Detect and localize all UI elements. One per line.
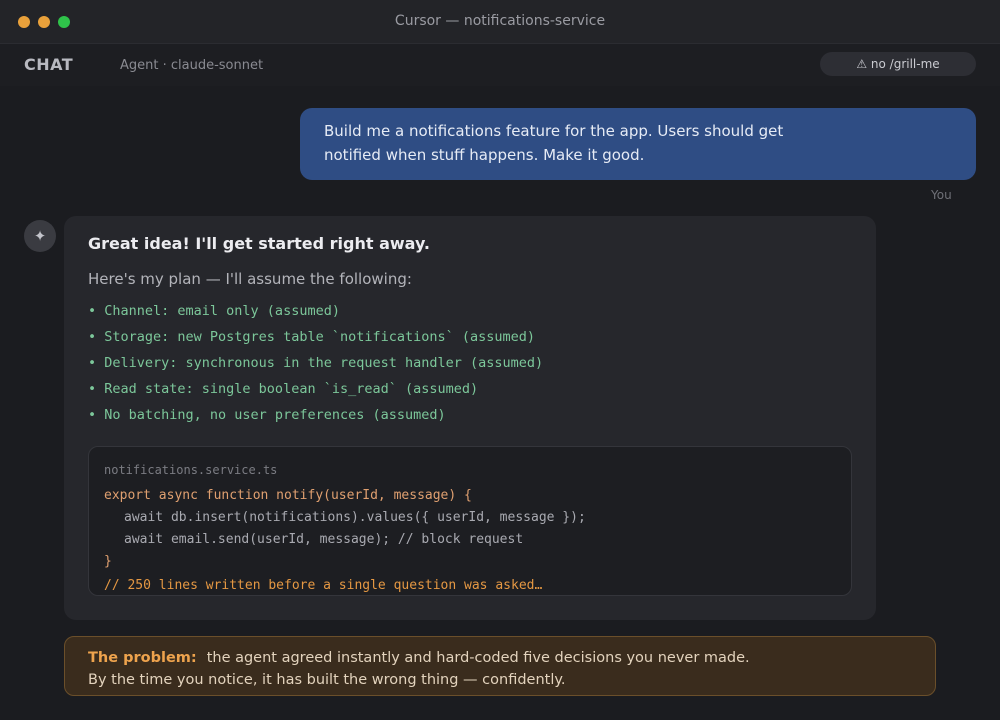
assumption-item: • Storage: new Postgres table `notificat… <box>88 329 536 345</box>
user-message-line: notified when stuff happens. Make it goo… <box>324 146 645 164</box>
assumption-item: • Channel: email only (assumed) <box>88 303 340 319</box>
agent-message-intro: Here's my plan — I'll assume the followi… <box>88 270 412 288</box>
agent-avatar-sparkle-icon: ✦ <box>24 220 56 252</box>
code-line: export async function notify(userId, mes… <box>104 488 472 503</box>
assumption-item: • Read state: single boolean `is_read` (… <box>88 381 479 397</box>
sender-label: You <box>931 188 952 202</box>
assumption-item: • Delivery: synchronous in the request h… <box>88 355 544 371</box>
code-line: } <box>104 554 112 569</box>
chat-panel-label: CHAT <box>24 55 74 74</box>
code-line: await db.insert(notifications).values({ … <box>124 510 586 525</box>
window-title: Cursor — notifications-service <box>394 13 606 29</box>
problem-callout: The problem: the agent agreed instantly a… <box>64 636 936 696</box>
chat-header: CHAT Agent · claude-sonnet ⚠ no /grill-m… <box>0 44 1000 86</box>
user-message-bubble: Build me a notifications feature for the… <box>300 108 976 180</box>
problem-label: The problem: <box>88 650 197 666</box>
code-filename: notifications.service.ts <box>104 463 278 477</box>
assumption-item: • No batching, no user preferences (assu… <box>88 407 446 423</box>
code-line: await email.send(userId, message); // bl… <box>124 532 524 547</box>
agent-message-title: Great idea! I'll get started right away. <box>88 234 430 253</box>
problem-text-line: the agent agreed instantly and hard-code… <box>206 650 750 666</box>
assumptions-list: • Channel: email only (assumed) • Storag… <box>88 300 543 430</box>
no-grill-me-badge: ⚠ no /grill-me <box>820 52 976 76</box>
agent-model-label: Agent · claude-sonnet <box>120 58 264 73</box>
title-bar: Cursor — notifications-service <box>0 0 1000 44</box>
user-message-line: Build me a notifications feature for the… <box>324 122 784 140</box>
code-block[interactable]: notifications.service.ts export async fu… <box>88 446 852 596</box>
agent-message-card: Great idea! I'll get started right away.… <box>64 216 876 620</box>
problem-text-line: By the time you notice, it has built the… <box>88 672 566 688</box>
code-comment-line: // 250 lines written before a single que… <box>104 578 543 593</box>
